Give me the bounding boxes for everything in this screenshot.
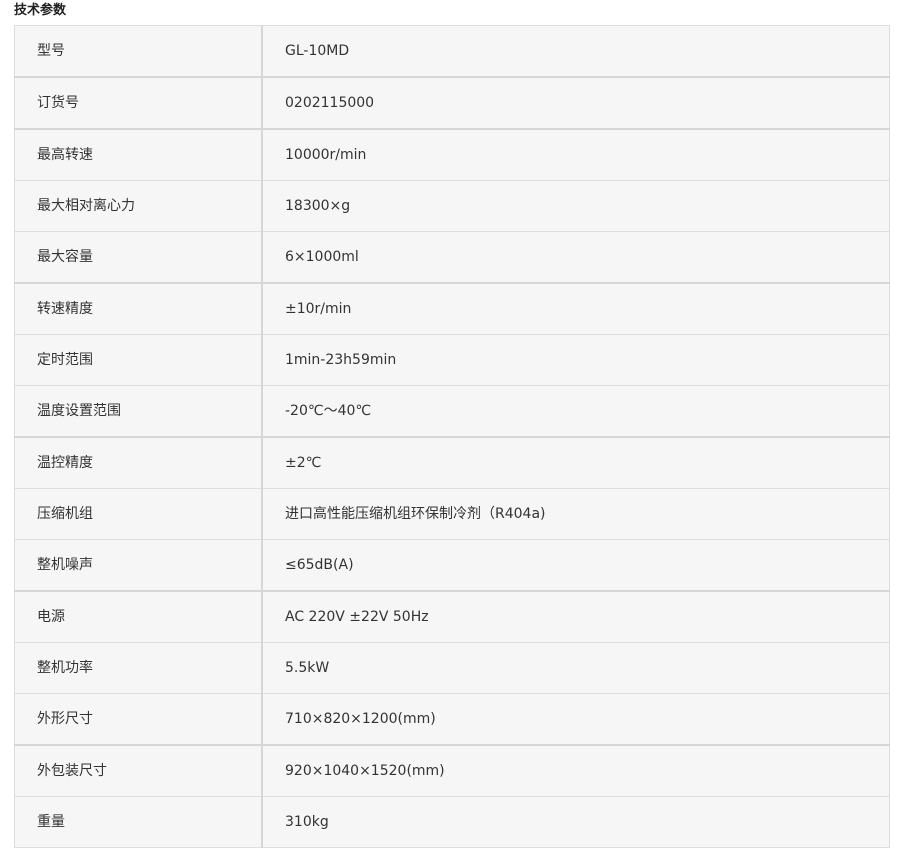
spec-value: 6×1000ml xyxy=(261,231,890,284)
spec-value: ±10r/min xyxy=(261,282,890,335)
spec-label: 电源 xyxy=(14,590,263,643)
spec-label: 定时范围 xyxy=(14,334,263,386)
spec-value: 920×1040×1520(mm) xyxy=(261,744,890,797)
table-row: 外包装尺寸 920×1040×1520(mm) xyxy=(14,744,890,797)
spec-value: ≤65dB(A) xyxy=(261,539,890,592)
spec-label: 最大容量 xyxy=(14,231,263,284)
spec-label: 外形尺寸 xyxy=(14,693,263,746)
spec-value: 10000r/min xyxy=(261,128,890,181)
spec-value: 710×820×1200(mm) xyxy=(261,693,890,746)
spec-value: -20℃～40℃ xyxy=(261,385,890,438)
table-row: 整机功率 5.5kW xyxy=(14,642,890,694)
table-row: 电源 AC 220V ±22V 50Hz xyxy=(14,590,890,643)
table-row: 温度设置范围 -20℃～40℃ xyxy=(14,385,890,438)
spec-label: 温度设置范围 xyxy=(14,385,263,438)
table-row: 整机噪声 ≤65dB(A) xyxy=(14,539,890,592)
spec-label: 最大相对离心力 xyxy=(14,180,263,232)
table-row: 重量 310kg xyxy=(14,796,890,848)
spec-label: 最高转速 xyxy=(14,128,263,181)
table-row: 型号 GL-10MD xyxy=(14,25,890,78)
table-row: 压缩机组 进口高性能压缩机组环保制冷剂（R404a) xyxy=(14,488,890,540)
spec-value: 进口高性能压缩机组环保制冷剂（R404a) xyxy=(261,488,890,540)
spec-value: 1min-23h59min xyxy=(261,334,890,386)
table-row: 转速精度 ±10r/min xyxy=(14,282,890,335)
spec-label: 整机噪声 xyxy=(14,539,263,592)
spec-value: ±2℃ xyxy=(261,436,890,489)
table-row: 最大容量 6×1000ml xyxy=(14,231,890,284)
table-row: 外形尺寸 710×820×1200(mm) xyxy=(14,693,890,746)
spec-label: 型号 xyxy=(14,25,263,78)
spec-label: 整机功率 xyxy=(14,642,263,694)
table-row: 温控精度 ±2℃ xyxy=(14,436,890,489)
table-row: 最高转速 10000r/min xyxy=(14,128,890,181)
spec-label: 压缩机组 xyxy=(14,488,263,540)
spec-label: 重量 xyxy=(14,796,263,848)
spec-label: 温控精度 xyxy=(14,436,263,489)
spec-value: 18300×g xyxy=(261,180,890,232)
spec-label: 外包装尺寸 xyxy=(14,744,263,797)
spec-value: 0202115000 xyxy=(261,76,890,130)
table-row: 定时范围 1min-23h59min xyxy=(14,334,890,386)
table-row: 订货号 0202115000 xyxy=(14,76,890,130)
spec-value: 310kg xyxy=(261,796,890,848)
spec-value: GL-10MD xyxy=(261,25,890,78)
spec-label: 转速精度 xyxy=(14,282,263,335)
spec-label: 订货号 xyxy=(14,76,263,130)
spec-value: AC 220V ±22V 50Hz xyxy=(261,590,890,643)
spec-table: 型号 GL-10MD 订货号 0202115000 最高转速 10000r/mi… xyxy=(14,25,890,848)
section-title: 技术参数 xyxy=(14,3,67,18)
table-row: 最大相对离心力 18300×g xyxy=(14,180,890,232)
spec-value: 5.5kW xyxy=(261,642,890,694)
